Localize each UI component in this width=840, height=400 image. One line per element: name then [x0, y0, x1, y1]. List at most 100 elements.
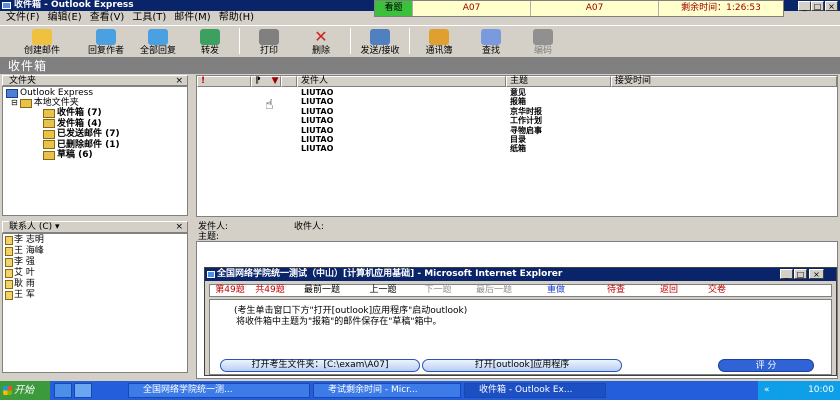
preview-from-label: 发件人:	[198, 222, 229, 232]
contact-item-5[interactable]: 王 军	[5, 290, 35, 301]
exam-minimize-button[interactable]: _	[780, 269, 793, 279]
message-subject: 报箱	[510, 97, 526, 107]
taskbar-item-outlook[interactable]: 收件箱 - Outlook Ex...	[464, 383, 606, 398]
menu-item-4[interactable]: 邮件(M)	[174, 11, 210, 24]
toolbar-button-1[interactable]: 回复作者	[80, 26, 132, 57]
exam-maximize-button[interactable]: □	[794, 269, 807, 279]
first-question-button[interactable]: 最前一题	[290, 285, 354, 296]
table-row[interactable]: LIUTAO 目录	[197, 135, 837, 144]
close-button[interactable]: ×	[825, 1, 838, 11]
contact-item-1[interactable]: 王 海峰	[5, 246, 44, 257]
toolbar-button-8[interactable]: 查找	[465, 26, 517, 57]
preview-header: 发件人: 收件人: 主题:	[196, 219, 838, 242]
table-row[interactable]: LIUTAO 纸箱	[197, 144, 837, 153]
prev-question-button[interactable]: 上一题	[354, 285, 412, 296]
exam-window-title: 全国网络学院统一测试（中山）[计算机应用基础] - Microsoft Inte…	[205, 268, 836, 281]
column-received[interactable]: 接受时间	[611, 76, 837, 87]
toolbar-label: 创建邮件	[23, 46, 60, 56]
menu-item-0[interactable]: 文件(F)	[6, 11, 40, 24]
taskbar-item-timer[interactable]: 考试剩余时间 - Micr...	[313, 383, 461, 398]
submit-exam-button[interactable]: 交卷	[694, 285, 740, 296]
contact-item-0[interactable]: 李 志明	[5, 235, 44, 246]
tree-local-folders[interactable]: ⊟ 本地文件夹	[11, 98, 79, 108]
column-subject[interactable]: 主题	[506, 76, 611, 87]
instruction-line-1: (考生单击窗口下方"打开[outlook]应用程序"启动outlook)	[234, 306, 468, 316]
toolbar-separator	[409, 28, 410, 54]
toolbar-button-0[interactable]: 创建邮件	[4, 26, 80, 57]
toolbar-label: 查找	[481, 46, 500, 56]
message-subject: 京华时报	[510, 106, 542, 116]
quick-launch-ie-icon[interactable]	[54, 383, 72, 398]
start-button[interactable]: 开始	[0, 381, 50, 400]
tray-expand-icon[interactable]: «	[764, 381, 770, 400]
toolbar-button-7[interactable]: 通讯簿	[413, 26, 465, 57]
table-row[interactable]: LIUTAO 工作计划	[197, 116, 837, 125]
window-title: 收件箱 - Outlook Express	[14, 0, 134, 10]
table-row[interactable]: LIUTAO 报箱	[197, 97, 837, 106]
menu-item-3[interactable]: 工具(T)	[132, 11, 166, 24]
column-from[interactable]: 发件人	[297, 76, 506, 87]
menu-item-2[interactable]: 查看(V)	[90, 11, 125, 24]
folder-item-4[interactable]: 草稿 (6)	[43, 150, 93, 160]
contacts-list: 李 志明王 海峰李 强艾 叶耿 雨王 军	[2, 233, 188, 373]
reply-icon	[96, 29, 116, 45]
column-attachment[interactable]: ⁋ ▼	[251, 76, 281, 87]
table-row[interactable]: LIUTAO 京华时报	[197, 107, 837, 116]
ie-icon	[207, 271, 215, 278]
address-book-icon	[429, 29, 449, 45]
taskbar-item-exam-window[interactable]: 全国网络学院统一测...	[128, 383, 310, 398]
next-question-button[interactable]: 下一题	[412, 285, 464, 296]
toolbar-button-9[interactable]: 编码	[517, 26, 569, 57]
toolbar-label: 回复作者	[87, 46, 124, 56]
score-button[interactable]: 评 分	[718, 359, 814, 372]
toolbar-button-2[interactable]: 全部回复	[132, 26, 184, 57]
exam-code-secondary: A07	[531, 1, 659, 16]
contact-item-3[interactable]: 艾 叶	[5, 268, 35, 279]
folder-item-3[interactable]: 已删除邮件 (1)	[43, 140, 120, 150]
menu-bar: 文件(F) 编辑(E) 查看(V) 工具(T) 邮件(M) 帮助(H)	[0, 11, 374, 24]
contact-card-icon	[5, 236, 13, 245]
folders-close-button[interactable]: ×	[175, 76, 183, 86]
message-subject: 工作计划	[510, 116, 542, 126]
message-from: LIUTAO	[301, 125, 334, 135]
contact-item-4[interactable]: 耿 雨	[5, 279, 35, 290]
menu-item-5[interactable]: 帮助(H)	[219, 11, 254, 24]
quick-launch-desktop-icon[interactable]	[74, 383, 92, 398]
minimize-button[interactable]: _	[798, 1, 811, 11]
redo-button[interactable]: 重做	[524, 285, 588, 296]
attachment-icon: ⁋	[255, 76, 261, 86]
toolbar-button-6[interactable]: 发送/接收	[354, 26, 406, 57]
folder-tree: Outlook Express ⊟ 本地文件夹 收件箱 (7) 发件箱 (4) 已发…	[2, 86, 188, 216]
message-from: LIUTAO	[301, 144, 334, 154]
collapse-icon: ⊟	[11, 98, 18, 107]
column-priority[interactable]: !	[197, 76, 251, 87]
print-icon	[259, 29, 279, 45]
toolbar-button-4[interactable]: 打印	[243, 26, 295, 57]
toolbar-label: 发送/接收	[360, 46, 400, 56]
exam-close-button[interactable]: ×	[809, 269, 824, 279]
table-row[interactable]: LIUTAO 寻物启事	[197, 126, 837, 135]
message-subject: 意见	[510, 88, 526, 97]
delete-icon: ✕	[314, 27, 328, 46]
table-row[interactable]: LIUTAO 意见	[197, 88, 837, 97]
folder-item-1[interactable]: 发件箱 (4)	[43, 119, 102, 129]
contacts-title[interactable]: 联系人 (C) ▾	[9, 222, 60, 232]
open-outlook-button[interactable]: 打开[outlook]应用程序	[422, 359, 622, 372]
menu-item-1[interactable]: 编辑(E)	[48, 11, 82, 24]
folder-item-2[interactable]: 已发送邮件 (7)	[43, 129, 120, 139]
contacts-close-button[interactable]: ×	[175, 222, 183, 232]
maximize-button[interactable]: □	[811, 1, 824, 11]
outlook-express-icon	[6, 88, 18, 98]
toolbar-button-5[interactable]: ✕ 删除	[295, 26, 347, 57]
open-exam-folder-button[interactable]: 打开考生文件夹：[C:\exam\A07]	[220, 359, 420, 372]
toolbar-button-3[interactable]: 转发	[184, 26, 236, 57]
review-button[interactable]: 待查	[588, 285, 644, 296]
tree-outlook-express[interactable]: Outlook Express	[6, 88, 93, 98]
folder-path-bar: 收件箱	[0, 58, 840, 74]
contact-item-2[interactable]: 李 强	[5, 257, 35, 268]
back-button[interactable]: 返回	[644, 285, 694, 296]
toolbar-label: 删除	[311, 46, 330, 56]
folder-item-0[interactable]: 收件箱 (7)	[43, 108, 102, 118]
toolbar-separator	[239, 28, 240, 54]
last-question-button[interactable]: 最后一题	[464, 285, 524, 296]
